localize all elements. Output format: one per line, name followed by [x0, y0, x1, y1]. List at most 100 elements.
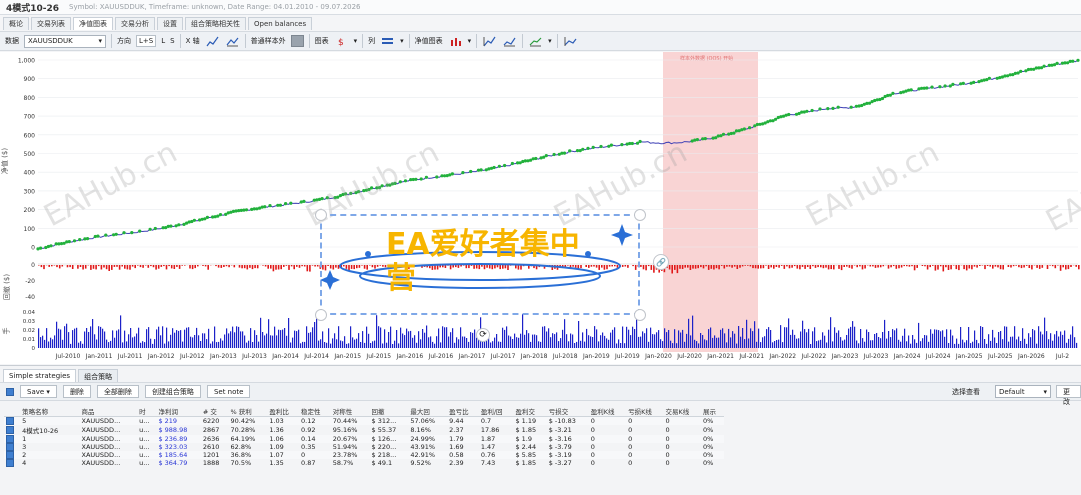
- drawdown-bar: [958, 265, 960, 271]
- new-high-marker: [925, 86, 929, 90]
- drawdown-bar: [147, 265, 150, 268]
- tab-settings[interactable]: 设置: [157, 17, 183, 30]
- columns-icon[interactable]: [380, 35, 395, 48]
- volume-bar: [198, 335, 200, 348]
- row-checkbox[interactable]: [6, 426, 14, 434]
- volume-bar: [1034, 330, 1036, 348]
- tab-simple-strategies[interactable]: Simple strategies: [3, 369, 77, 382]
- table-header[interactable]: 对称性: [330, 406, 370, 417]
- volume-bar: [880, 338, 882, 348]
- tab-correlation[interactable]: 组合策略相关性: [185, 17, 246, 30]
- new-high-marker: [192, 218, 196, 222]
- resize-handle[interactable]: [634, 209, 646, 221]
- resize-handle[interactable]: [634, 309, 646, 321]
- export-chart-icon[interactable]: [563, 35, 578, 48]
- chevron-down-icon[interactable]: ▾: [400, 37, 404, 45]
- table-header[interactable]: 盈利/回: [478, 406, 514, 417]
- volume-bar: [952, 335, 954, 348]
- view-select[interactable]: Default ▾: [995, 385, 1051, 398]
- brand-overlay[interactable]: EA爱好者集中营 ⟳: [315, 209, 646, 342]
- table-row[interactable]: 1 XAUUSDD... u... $ 236.89 2636 64.19% 1.06 0.1…: [4, 435, 724, 443]
- table-header[interactable]: 亏损K线: [626, 406, 664, 417]
- table-header[interactable]: % 获利: [228, 406, 268, 417]
- table-row[interactable]: 5 XAUUSDD... u... $ 219 6220 90.42% 1.03 0.12 70…: [4, 416, 724, 425]
- x-tick-label: Jul-2014: [303, 353, 329, 360]
- table-header[interactable]: 交易K线: [663, 406, 701, 417]
- volume-bar: [678, 330, 680, 348]
- table-row[interactable]: 2 XAUUSDD... u... $ 185.64 1201 36.8% 1.07 0 23.…: [4, 451, 724, 459]
- table-header[interactable]: 盈利K线: [588, 406, 627, 417]
- drawdown-bar: [874, 265, 877, 268]
- table-header[interactable]: 亏损交: [546, 406, 589, 417]
- drawdown-bar: [165, 265, 168, 270]
- volume-bar: [822, 332, 824, 348]
- direction-ls-button[interactable]: L+S: [136, 35, 157, 47]
- change-view-button[interactable]: 更改: [1056, 385, 1081, 406]
- select-all-checkbox[interactable]: [6, 387, 14, 396]
- table-header[interactable]: 回撤: [369, 406, 409, 417]
- table-header[interactable]: 盈亏比: [447, 406, 479, 417]
- drawdown-bar: [256, 265, 259, 269]
- resize-handle[interactable]: [315, 209, 327, 221]
- table-row[interactable]: 4 XAUUSDD... u... $ 364.79 1888 70.5% 1.35 0.87…: [4, 459, 724, 467]
- table-header[interactable]: 商品: [79, 406, 138, 417]
- direction-l-button[interactable]: L: [161, 37, 165, 45]
- x-tick-label: Jul-2025: [987, 353, 1013, 360]
- resize-handle[interactable]: [315, 309, 327, 321]
- chevron-down-icon[interactable]: ▾: [354, 37, 358, 45]
- trend-chart-alt-icon[interactable]: [502, 35, 517, 48]
- rotate-icon[interactable]: ⟳: [476, 328, 490, 342]
- tab-overview[interactable]: 概论: [3, 17, 29, 30]
- set-note-button[interactable]: Set note: [206, 385, 251, 398]
- line-chart-alt-icon[interactable]: [225, 35, 240, 48]
- delete-button[interactable]: 删除: [62, 385, 91, 398]
- new-high-marker: [987, 76, 992, 80]
- table-header[interactable]: 策略名称: [20, 406, 75, 417]
- table-header[interactable]: 稳定性: [299, 406, 331, 417]
- row-checkbox[interactable]: [6, 417, 14, 425]
- oos-toggle[interactable]: [290, 35, 304, 47]
- table-header[interactable]: 盈利交: [513, 406, 547, 417]
- table-header[interactable]: 时: [137, 406, 157, 417]
- volume-bar: [156, 329, 158, 348]
- save-button[interactable]: Save ▾: [20, 385, 57, 398]
- tab-trade-analysis[interactable]: 交易分析: [115, 17, 155, 30]
- link-icon[interactable]: 🔗: [653, 254, 669, 270]
- chevron-down-icon[interactable]: ▾: [548, 37, 552, 45]
- table-header[interactable]: 净利润: [156, 406, 201, 417]
- table-row[interactable]: 4模式10-26 XAUUSDD... u... $ 988.98 2867 70.28%…: [4, 425, 724, 435]
- data-select[interactable]: XAUUSDDUK ▾: [24, 34, 106, 48]
- dollar-chart-icon[interactable]: $: [334, 35, 349, 48]
- tab-open-balances[interactable]: Open balances: [248, 17, 313, 30]
- table-cell: 20.67%: [330, 435, 370, 443]
- row-checkbox[interactable]: [6, 451, 14, 459]
- table-header[interactable]: # 交: [200, 406, 229, 417]
- trend-chart-icon[interactable]: [482, 35, 497, 48]
- tab-trade-list[interactable]: 交易列表: [31, 17, 71, 30]
- drawdown-bar: [103, 265, 105, 268]
- table-row[interactable]: 3 XAUUSDD... u... $ 323.03 2610 62.8% 1.09 0.35…: [4, 443, 724, 451]
- drawdown-bar: [916, 265, 918, 268]
- drawdown-bar: [1065, 265, 1067, 270]
- direction-s-button[interactable]: S: [170, 37, 174, 45]
- row-checkbox[interactable]: [6, 435, 14, 443]
- row-checkbox[interactable]: [6, 443, 14, 451]
- table-header[interactable]: 盈利比: [267, 406, 300, 417]
- new-high-marker: [1013, 71, 1018, 75]
- new-high-marker: [774, 117, 778, 121]
- row-checkbox[interactable]: [6, 459, 14, 467]
- table-header[interactable]: 展示: [700, 406, 724, 417]
- volume-bar: [506, 326, 508, 348]
- line-chart-icon[interactable]: [205, 35, 220, 48]
- bar-chart-icon[interactable]: [448, 35, 463, 48]
- drawdown-bar: [77, 265, 79, 269]
- delete-all-button[interactable]: 全部删除: [96, 385, 139, 398]
- tab-portfolio[interactable]: 组合策略: [78, 369, 119, 382]
- tab-equity-chart[interactable]: 净值图表: [73, 17, 113, 30]
- create-portfolio-button[interactable]: 创建组合策略: [144, 385, 201, 398]
- chevron-down-icon[interactable]: ▾: [468, 37, 472, 45]
- x-tick-label: Jul-2016: [428, 353, 454, 360]
- portfolio-chart-icon[interactable]: [528, 35, 543, 48]
- table-header[interactable]: 最大回: [408, 406, 448, 417]
- table-cell: 1.87: [478, 435, 514, 443]
